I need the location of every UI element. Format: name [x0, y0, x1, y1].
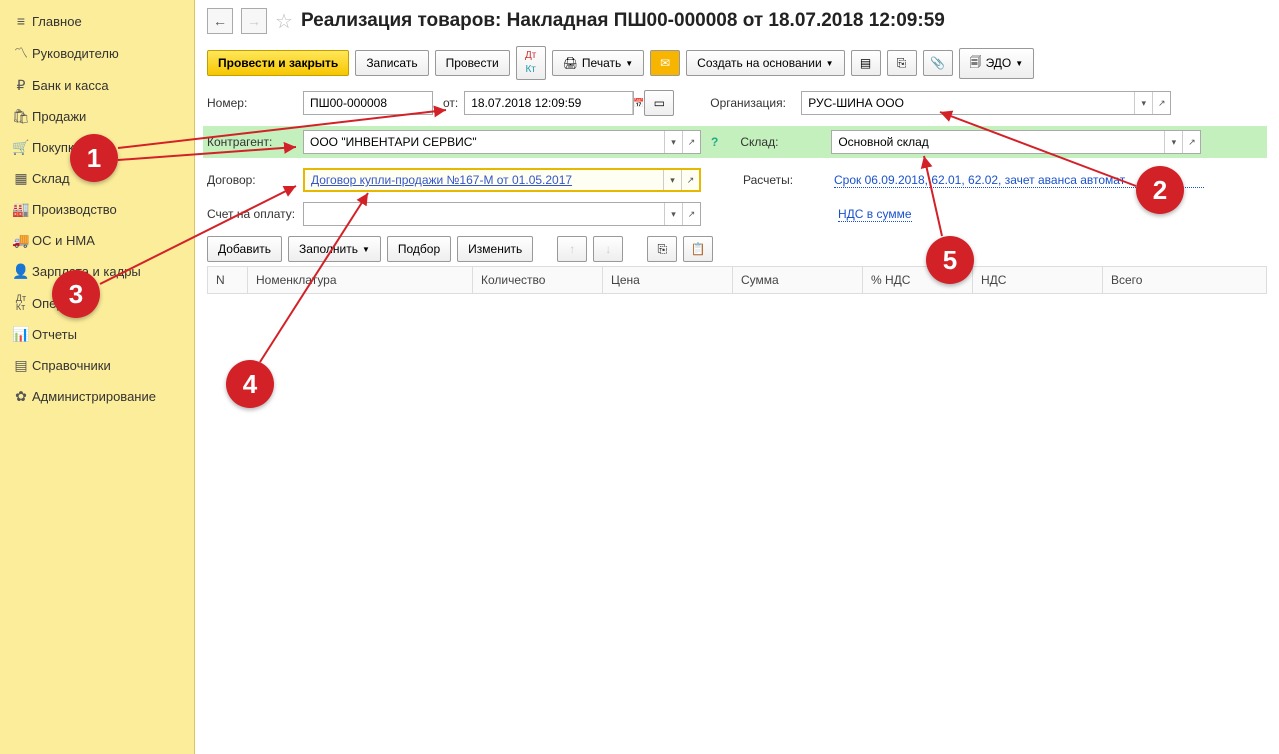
- from-label: от:: [443, 96, 458, 110]
- sidebar-item-production[interactable]: 🏭Производство: [0, 194, 194, 225]
- marker-2: 2: [1136, 166, 1184, 214]
- pick-button[interactable]: Подбор: [387, 236, 451, 262]
- col-vat: НДС: [973, 267, 1103, 294]
- nav-fwd-button[interactable]: →: [241, 8, 267, 34]
- list-button[interactable]: ▤: [851, 50, 881, 76]
- bars-icon: 📊: [10, 326, 32, 343]
- cart-icon: 🛍: [10, 108, 32, 125]
- sidebar-item-assets[interactable]: 🚚ОС и НМА: [0, 225, 194, 256]
- post-button[interactable]: Провести: [435, 50, 510, 76]
- dropdown-icon[interactable]: ▾: [664, 203, 682, 225]
- chart-icon: 〽: [10, 43, 32, 63]
- marker-4: 4: [226, 360, 274, 408]
- truck-icon: 🚚: [10, 232, 32, 249]
- open-icon[interactable]: ↗: [682, 131, 700, 153]
- dropdown-icon[interactable]: ▾: [1134, 92, 1152, 114]
- create-based-button[interactable]: Создать на основании▼: [686, 50, 844, 76]
- sidebar-item-admin[interactable]: ✿Администрирование: [0, 381, 194, 412]
- dtkt-button[interactable]: ДтКт: [516, 46, 546, 80]
- person-icon: 👤: [10, 263, 32, 280]
- items-table[interactable]: N Номенклатура Количество Цена Сумма % Н…: [207, 266, 1267, 294]
- org-field[interactable]: ▾ ↗: [801, 91, 1171, 115]
- open-icon[interactable]: ↗: [1182, 131, 1200, 153]
- help-icon[interactable]: ?: [711, 135, 718, 149]
- open-icon[interactable]: ↗: [1152, 92, 1170, 114]
- print-button[interactable]: 🖨Печать▼: [552, 50, 644, 76]
- main-toolbar: Провести и закрыть Записать Провести ДтК…: [207, 46, 1267, 80]
- invoice-field[interactable]: ▾ ↗: [303, 202, 701, 226]
- marker-1: 1: [70, 134, 118, 182]
- move-up-button[interactable]: ↑: [557, 236, 587, 262]
- doc-icon: 🗐: [970, 53, 982, 74]
- fill-button[interactable]: Заполнить▼: [288, 236, 381, 262]
- contract-field[interactable]: ▾ ↗: [303, 168, 701, 192]
- date-field[interactable]: 📅: [464, 91, 634, 115]
- paste-button[interactable]: 📋: [683, 236, 713, 262]
- marker-3: 3: [52, 270, 100, 318]
- cart2-icon: 🛒: [10, 139, 32, 156]
- book-icon: ▤: [10, 357, 32, 374]
- tree-button[interactable]: ⎘: [887, 50, 917, 76]
- main-content: ← → ☆ Реализация товаров: Накладная ПШ00…: [195, 0, 1279, 754]
- warehouse-field[interactable]: ▾ ↗: [831, 130, 1201, 154]
- nav-back-button[interactable]: ←: [207, 8, 233, 34]
- gear-icon: ✿: [10, 388, 32, 405]
- box-icon: ▦: [10, 170, 32, 187]
- calendar-icon[interactable]: 📅: [632, 92, 644, 114]
- printer-icon: 🖨: [563, 56, 578, 70]
- table-toolbar: Добавить Заполнить▼ Подбор Изменить ↑ ↓ …: [207, 236, 1267, 262]
- invoice-label: Счет на оплату:: [207, 207, 297, 221]
- sidebar-item-reports[interactable]: 📊Отчеты: [0, 319, 194, 350]
- menu-icon: ≡: [10, 13, 32, 29]
- post-and-close-button[interactable]: Провести и закрыть: [207, 50, 349, 76]
- warehouse-label: Склад:: [740, 135, 825, 149]
- col-qty: Количество: [473, 267, 603, 294]
- org-label: Организация:: [710, 96, 795, 110]
- sidebar-item-bank[interactable]: ₽Банк и касса: [0, 70, 194, 101]
- col-nomenclature: Номенклатура: [248, 267, 473, 294]
- col-total: Всего: [1103, 267, 1267, 294]
- change-button[interactable]: Изменить: [457, 236, 533, 262]
- sidebar-item-catalogs[interactable]: ▤Справочники: [0, 350, 194, 381]
- sidebar-item-main[interactable]: ≡Главное: [0, 6, 194, 36]
- move-down-button[interactable]: ↓: [593, 236, 623, 262]
- page-title: Реализация товаров: Накладная ПШ00-00000…: [301, 10, 945, 32]
- counterparty-field[interactable]: ▾ ↗: [303, 130, 701, 154]
- edo-button[interactable]: 🗐ЭДО▼: [959, 48, 1035, 79]
- number-field[interactable]: [303, 91, 433, 115]
- marker-5: 5: [926, 236, 974, 284]
- dropdown-icon[interactable]: ▾: [663, 170, 681, 190]
- counterparty-label: Контрагент:: [207, 135, 297, 149]
- favorite-icon[interactable]: ☆: [275, 9, 293, 34]
- open-icon[interactable]: ↗: [681, 170, 699, 190]
- col-price: Цена: [603, 267, 733, 294]
- attach-button[interactable]: 📎: [923, 50, 953, 76]
- ruble-icon: ₽: [10, 77, 32, 94]
- oper-icon: ДтКт: [10, 294, 32, 312]
- contract-label: Договор:: [207, 173, 297, 187]
- mail-button[interactable]: ✉: [650, 50, 680, 76]
- calc-label: Расчеты:: [743, 173, 828, 187]
- save-button[interactable]: Записать: [355, 50, 428, 76]
- factory-icon: 🏭: [10, 201, 32, 218]
- sidebar: ≡Главное 〽Руководителю ₽Банк и касса 🛍Пр…: [0, 0, 195, 754]
- col-n: N: [208, 267, 248, 294]
- col-sum: Сумма: [733, 267, 863, 294]
- dropdown-icon[interactable]: ▾: [1164, 131, 1182, 153]
- open-icon[interactable]: ↗: [682, 203, 700, 225]
- sidebar-item-manager[interactable]: 〽Руководителю: [0, 36, 194, 70]
- copy-button[interactable]: ⎘: [647, 236, 677, 262]
- date-extra-button[interactable]: ▭: [644, 90, 674, 116]
- sidebar-item-sales[interactable]: 🛍Продажи: [0, 101, 194, 132]
- add-row-button[interactable]: Добавить: [207, 236, 282, 262]
- vat-link[interactable]: НДС в сумме: [838, 207, 912, 222]
- dropdown-icon[interactable]: ▾: [664, 131, 682, 153]
- number-label: Номер:: [207, 96, 297, 110]
